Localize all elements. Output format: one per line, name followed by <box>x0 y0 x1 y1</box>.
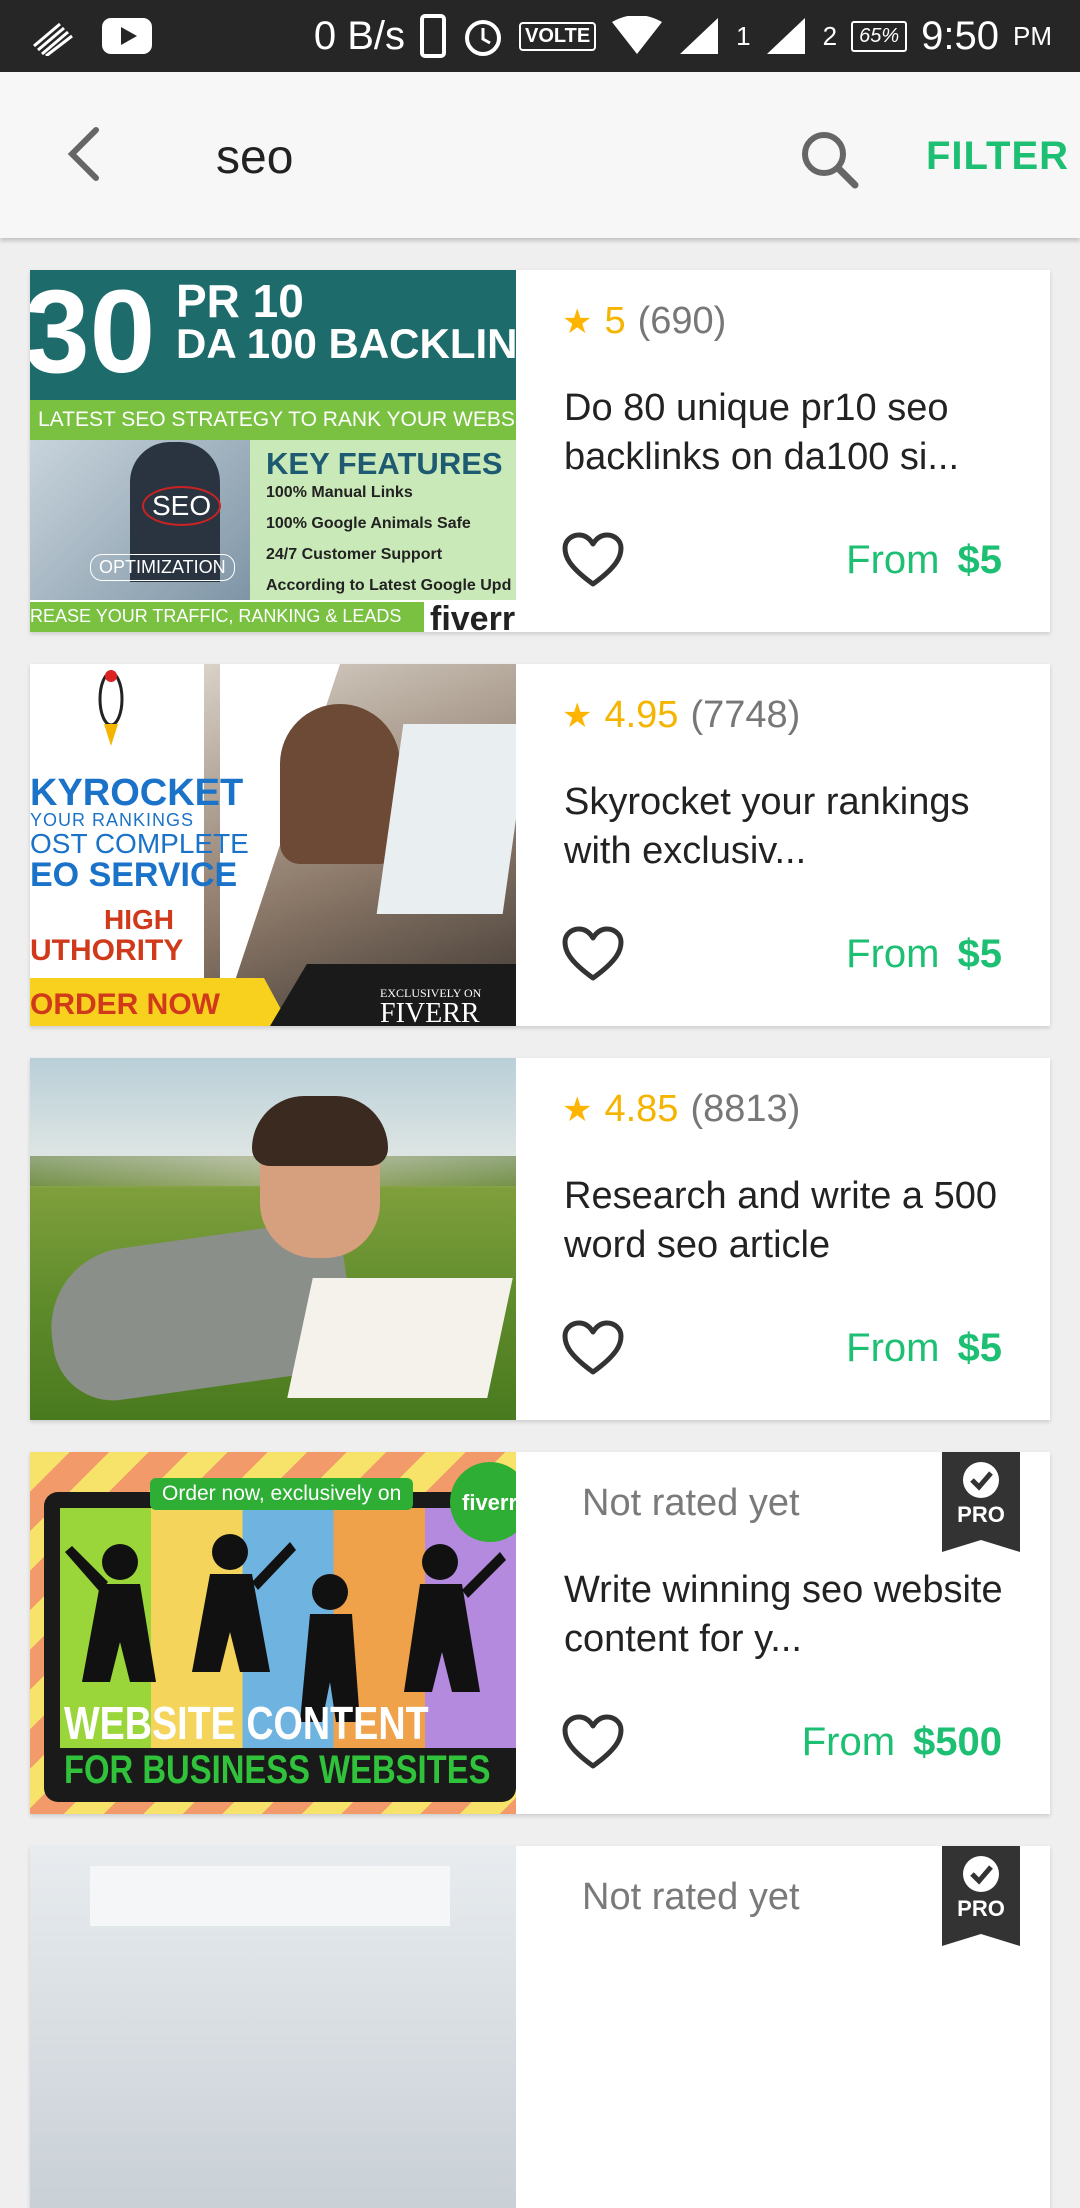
gig-title[interactable]: Write winning seo website content for y.… <box>564 1566 1004 1664</box>
network-speed: 0 B/s <box>313 13 405 58</box>
gig-title[interactable]: Do 80 unique pr10 seo backlinks on da100… <box>564 384 1004 482</box>
filter-button[interactable]: FILTER <box>926 134 1069 179</box>
star-icon: ★ <box>562 1090 593 1129</box>
status-bar: 0 B/s VOLTE 1 2 65% 9:50 PM <box>0 0 1080 72</box>
gig-card[interactable]: Order now, exclusively on fiverr WEBSITE… <box>30 1452 1050 1814</box>
gig-thumbnail[interactable]: 30 PR 10 DA 100 BACKLINK LATEST SEO STRA… <box>30 270 516 632</box>
cell-signal-icon-2 <box>766 18 805 54</box>
signal-waves-icon <box>33 22 73 56</box>
gig-thumbnail[interactable]: KYROCKET YOUR RANKINGS OST COMPLETE EO S… <box>30 664 516 1026</box>
gig-card[interactable]: KYROCKET YOUR RANKINGS OST COMPLETE EO S… <box>30 664 1050 1026</box>
gig-thumbnail[interactable] <box>30 1058 516 1420</box>
rating-value: 4.85 <box>604 1088 679 1130</box>
search-query[interactable]: seo <box>216 130 293 185</box>
review-count: (690) <box>637 300 727 342</box>
verified-check-icon <box>963 1856 999 1892</box>
clock-time: 9:50 <box>921 13 999 58</box>
star-icon: ★ <box>562 696 593 735</box>
gig-thumbnail[interactable]: Order now, exclusively on fiverr WEBSITE… <box>30 1452 516 1814</box>
pro-badge: PRO <box>942 1846 1020 1946</box>
app-bar: seo FILTER <box>0 72 1080 238</box>
gig-card[interactable]: Not rated yet PRO <box>30 1846 1050 2208</box>
sim2-label: 2 <box>822 20 838 51</box>
rating-value: 5 <box>604 300 626 342</box>
gig-price: From $500 <box>801 1720 1002 1764</box>
review-count: (8813) <box>690 1088 801 1130</box>
wifi-icon <box>612 16 663 54</box>
cell-signal-icon <box>680 18 719 54</box>
gig-card[interactable]: ★ 4.85 (8813) Research and write a 500 w… <box>30 1058 1050 1420</box>
gig-price: From $5 <box>846 538 1002 582</box>
volte-badge: VOLTE <box>518 21 597 51</box>
back-arrow-icon[interactable] <box>58 124 118 184</box>
rocket-icon <box>98 670 124 746</box>
heart-icon[interactable] <box>562 1714 624 1770</box>
gig-title[interactable]: Skyrocket your rankings with exclusiv... <box>564 778 1004 876</box>
heart-icon[interactable] <box>562 532 624 588</box>
search-icon[interactable] <box>798 128 860 190</box>
gig-title[interactable]: Research and write a 500 word seo articl… <box>564 1172 1004 1270</box>
gig-rating: ★ 4.95 (7748) <box>562 694 800 737</box>
battery-indicator: 65% <box>851 20 908 52</box>
gig-thumbnail[interactable] <box>30 1846 516 2208</box>
rating-value: 4.95 <box>604 694 679 736</box>
heart-icon[interactable] <box>562 926 624 982</box>
not-rated-label: Not rated yet <box>582 1482 800 1524</box>
sim1-label: 1 <box>736 20 751 51</box>
phone-icon <box>419 14 446 58</box>
not-rated-label: Not rated yet <box>582 1876 800 1918</box>
youtube-icon <box>102 18 152 54</box>
review-count: (7748) <box>690 694 801 736</box>
verified-check-icon <box>963 1462 999 1498</box>
heart-icon[interactable] <box>562 1320 624 1376</box>
star-icon: ★ <box>562 302 593 341</box>
alarm-icon <box>464 20 501 56</box>
gig-card[interactable]: 30 PR 10 DA 100 BACKLINK LATEST SEO STRA… <box>30 270 1050 632</box>
gig-rating: ★ 5 (690) <box>562 300 726 343</box>
gig-rating: ★ 4.85 (8813) <box>562 1088 800 1131</box>
gig-price: From $5 <box>846 1326 1002 1370</box>
pro-badge: PRO <box>942 1452 1020 1552</box>
gig-price: From $5 <box>846 932 1002 976</box>
clock-ampm: PM <box>1013 20 1052 51</box>
